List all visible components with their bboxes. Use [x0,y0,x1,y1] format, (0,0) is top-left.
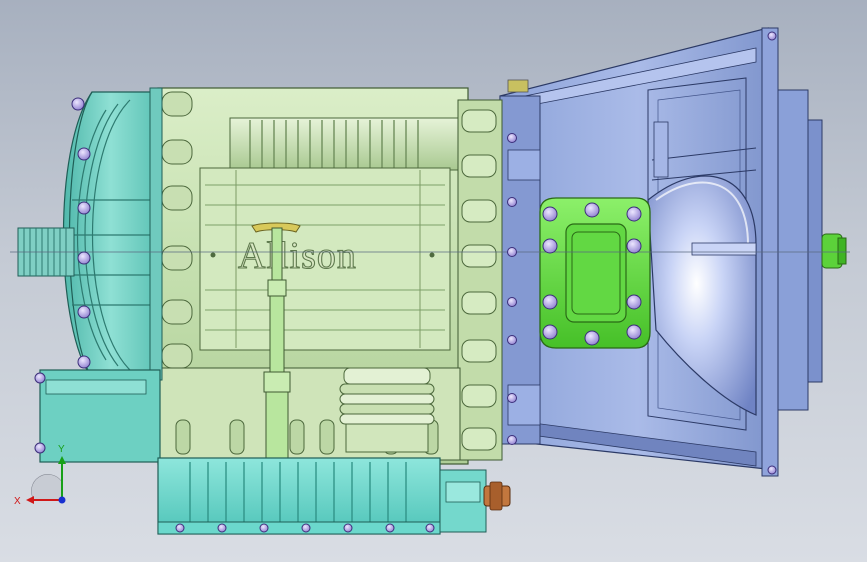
drain-fitting[interactable] [483,481,511,511]
z-axis-dot [58,496,66,504]
transmission-model[interactable]: Allison X Y [0,0,867,562]
brand-engraving: Allison [238,235,357,277]
y-axis-label: Y [58,444,65,455]
x-axis-label: X [14,496,21,507]
cad-viewport[interactable]: Allison X Y [0,0,867,562]
bellows-assembly [339,367,435,453]
output-shaft[interactable] [821,233,847,269]
oil-pan[interactable] [157,457,487,535]
